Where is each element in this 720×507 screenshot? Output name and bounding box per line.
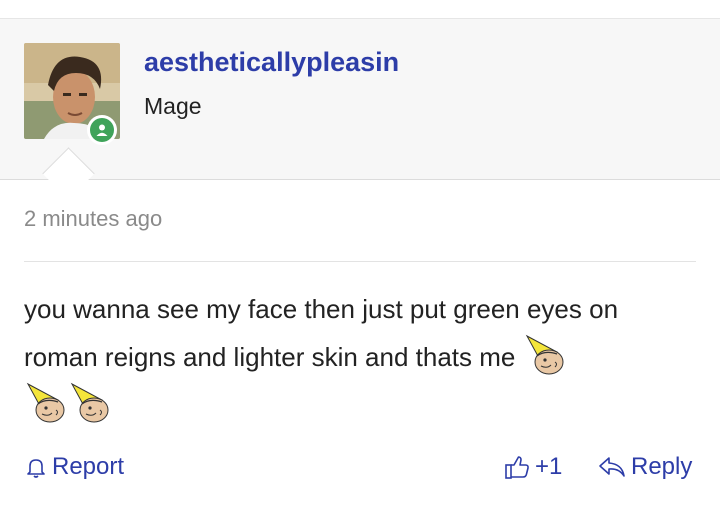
online-status-badge <box>87 115 117 145</box>
like-button[interactable]: +1 <box>503 453 562 481</box>
comment-timestamp: 2 minutes ago <box>24 206 163 231</box>
reply-label: Reply <box>631 453 693 480</box>
username-link[interactable]: aestheticallypleasin <box>144 47 399 78</box>
thumbs-up-icon <box>503 453 531 481</box>
report-label: Report <box>52 453 125 480</box>
divider <box>24 261 696 262</box>
user-rank: Mage <box>144 93 202 119</box>
comment-header: aestheticallypleasin Mage <box>0 19 720 180</box>
report-button[interactable]: Report <box>24 453 124 481</box>
top-separator <box>0 0 720 19</box>
reply-button[interactable]: Reply <box>597 453 692 481</box>
like-count: +1 <box>535 453 563 480</box>
comment-actions: Report +1 Reply <box>0 445 720 489</box>
bell-icon <box>24 455 48 479</box>
gnome-emote-icon <box>68 380 112 424</box>
reply-arrow-icon <box>597 454 627 480</box>
user-icon <box>90 118 114 142</box>
comment-body: you wanna see my face then just put gree… <box>24 287 696 428</box>
gnome-emote-icon <box>24 380 68 424</box>
gnome-emote-icon <box>523 332 567 376</box>
